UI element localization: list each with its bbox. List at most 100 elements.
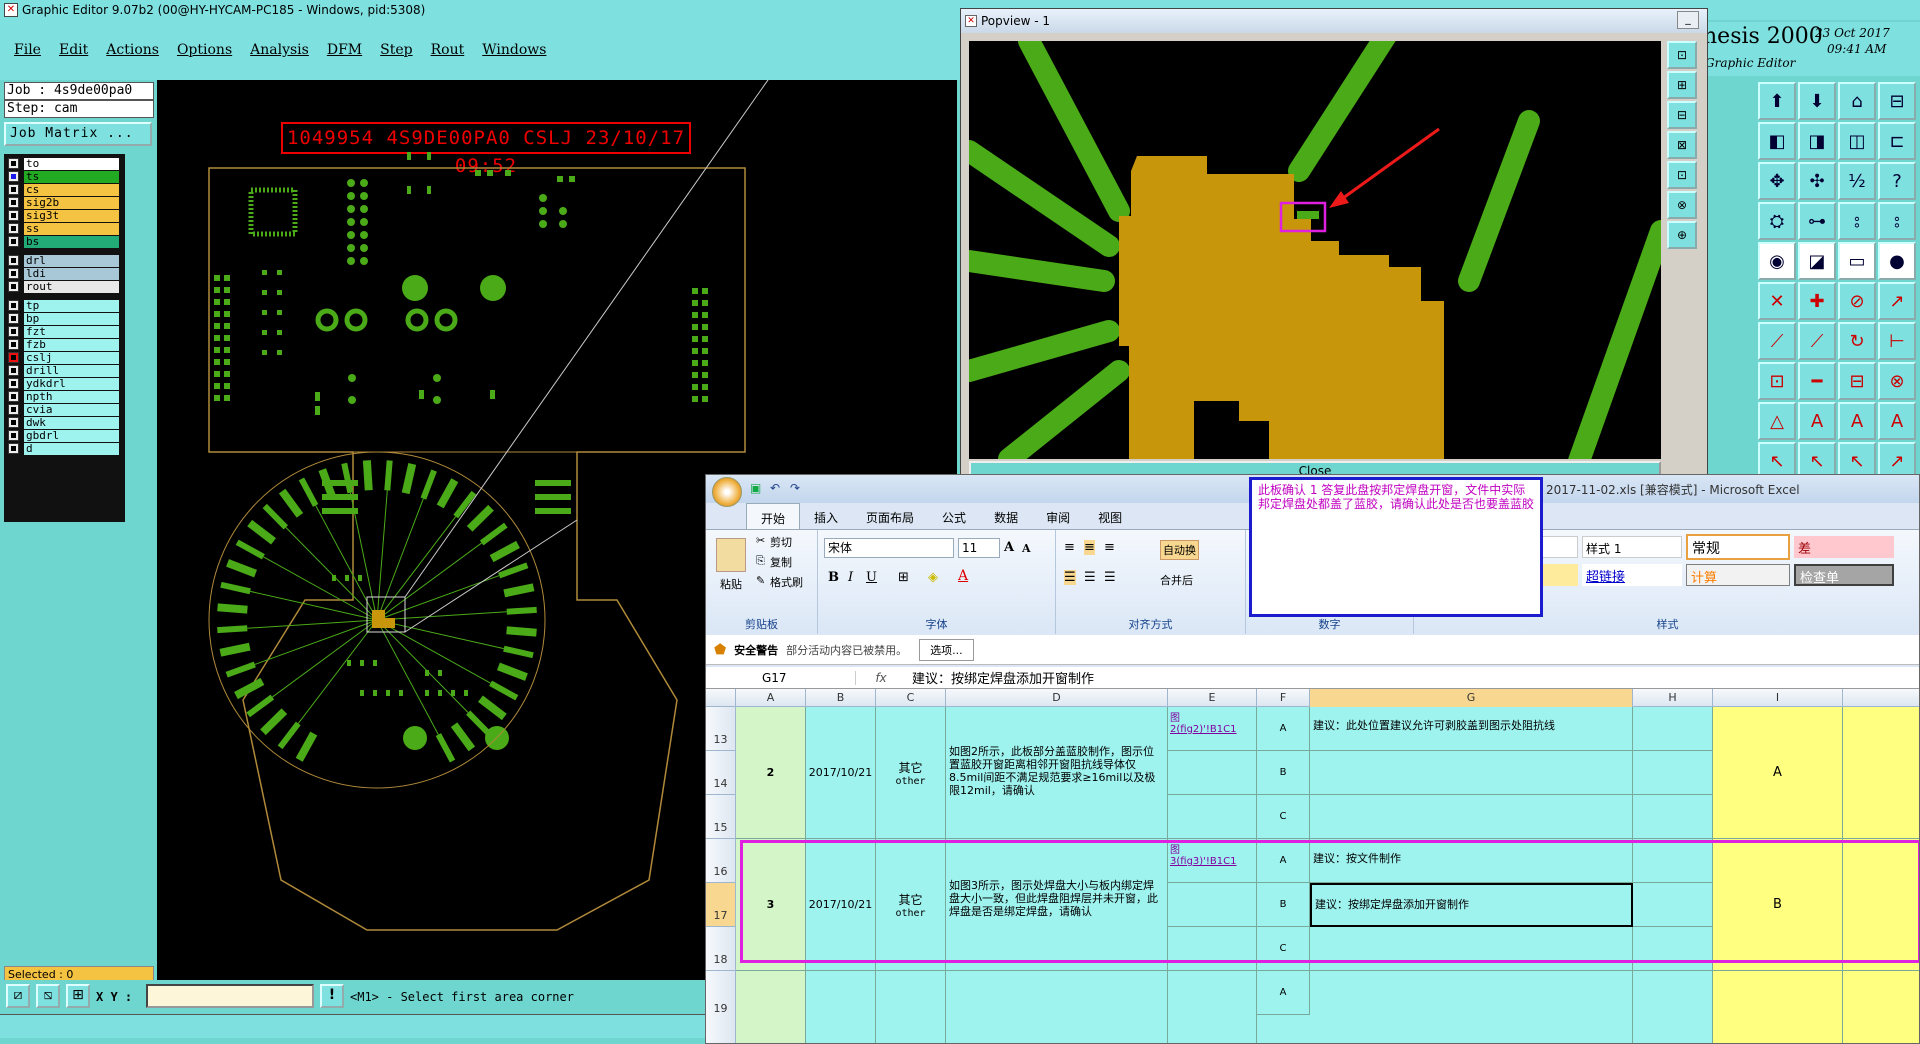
wrap-text-button[interactable]: 自动换 bbox=[1160, 540, 1199, 560]
format-painter-button[interactable]: 格式刷 bbox=[770, 574, 803, 590]
layer-name[interactable]: drill bbox=[24, 364, 119, 377]
layer-row-cs[interactable]: cs bbox=[8, 183, 123, 196]
toolbar-icon[interactable]: ⟋ bbox=[1758, 322, 1796, 360]
layer-name[interactable]: gbdrl bbox=[24, 429, 119, 442]
toolbar-icon[interactable]: A bbox=[1798, 402, 1836, 440]
tab-page-layout[interactable]: 页面布局 bbox=[852, 503, 928, 529]
underline-icon[interactable]: U bbox=[866, 570, 877, 585]
layer-row-dwk[interactable]: dwk bbox=[8, 416, 123, 429]
layer-name[interactable]: cvia bbox=[24, 403, 119, 416]
menu-file[interactable]: File bbox=[14, 42, 41, 58]
save-icon[interactable]: ▣ bbox=[750, 481, 761, 495]
options-button[interactable]: 选项... bbox=[919, 638, 974, 661]
style-calc[interactable]: 计算 bbox=[1686, 564, 1790, 586]
border-icon[interactable]: ⊞ bbox=[898, 570, 909, 585]
layer-row-fzt[interactable]: fzt bbox=[8, 325, 123, 338]
popview-tool-icon[interactable]: ⊠ bbox=[1667, 131, 1697, 159]
layer-checkbox[interactable] bbox=[8, 255, 19, 266]
layer-row-cslj[interactable]: cslj bbox=[8, 351, 123, 364]
layer-name[interactable]: cs bbox=[24, 183, 119, 196]
toolbar-icon[interactable]: ⬇ bbox=[1798, 82, 1836, 120]
toolbar-icon[interactable]: ━ bbox=[1798, 362, 1836, 400]
row-header-13[interactable]: 13 bbox=[706, 707, 736, 751]
toolbar-icon[interactable]: ⊶ bbox=[1798, 202, 1836, 240]
layer-checkbox[interactable] bbox=[8, 184, 19, 195]
merge-button[interactable]: 合并后 bbox=[1160, 572, 1193, 588]
layer-row-fzb[interactable]: fzb bbox=[8, 338, 123, 351]
rec2-opt-b[interactable]: B bbox=[1257, 751, 1310, 795]
layer-name[interactable]: cslj bbox=[24, 351, 119, 364]
rec2-fig-cell[interactable]: 图 2(fig2)'!B1C1 bbox=[1168, 707, 1257, 751]
layer-name[interactable]: sig2b bbox=[24, 196, 119, 209]
layer-row-npth[interactable]: npth bbox=[8, 390, 123, 403]
toolbar-icon[interactable]: ½ bbox=[1838, 162, 1876, 200]
office-button[interactable] bbox=[712, 477, 742, 507]
rec4-g[interactable] bbox=[1310, 971, 1633, 1043]
align-center-icon[interactable]: ☰ bbox=[1084, 570, 1096, 585]
row-header-15[interactable]: 15 bbox=[706, 795, 736, 839]
align-middle-icon[interactable]: ≡ bbox=[1084, 540, 1095, 555]
layer-name[interactable]: tp bbox=[24, 299, 119, 312]
toolbar-icon[interactable]: ⬆ bbox=[1758, 82, 1796, 120]
layer-name[interactable]: to bbox=[24, 157, 119, 170]
undo-icon[interactable]: ↶ bbox=[770, 481, 780, 495]
toolbar-icon[interactable]: ⊗ bbox=[1878, 362, 1916, 400]
layer-row-sig3t[interactable]: sig3t bbox=[8, 209, 123, 222]
layer-checkbox[interactable] bbox=[8, 223, 19, 234]
layer-row-ydkdrl[interactable]: ydkdrl bbox=[8, 377, 123, 390]
grow-font-icon[interactable]: A bbox=[1004, 540, 1014, 555]
toolbar-icon[interactable]: ⊘ bbox=[1838, 282, 1876, 320]
toolbar-icon[interactable]: ↻ bbox=[1838, 322, 1876, 360]
layer-checkbox[interactable] bbox=[8, 236, 19, 247]
toolbar-icon[interactable]: ? bbox=[1878, 162, 1916, 200]
col-header-d[interactable]: D bbox=[946, 689, 1168, 707]
sheet-grid[interactable]: 13 14 15 16 17 18 19 2 2017/10/21 其它 oth… bbox=[706, 707, 1919, 1043]
layer-checkbox[interactable] bbox=[8, 365, 19, 376]
rec4-opt-a[interactable]: A bbox=[1257, 971, 1310, 1015]
layer-checkbox[interactable] bbox=[8, 281, 19, 292]
layer-name[interactable]: d bbox=[24, 442, 119, 455]
toolbar-icon[interactable]: ◫ bbox=[1838, 122, 1876, 160]
layer-row-gbdrl[interactable]: gbdrl bbox=[8, 429, 123, 442]
layer-name[interactable]: sig3t bbox=[24, 209, 119, 222]
italic-icon[interactable]: I bbox=[848, 570, 853, 585]
layer-checkbox[interactable] bbox=[8, 352, 19, 363]
popview-tool-icon[interactable]: ⊗ bbox=[1667, 191, 1697, 219]
rec2-type-cell[interactable]: 其它 other bbox=[876, 707, 946, 839]
layer-checkbox[interactable] bbox=[8, 430, 19, 441]
row-header-18[interactable]: 18 bbox=[706, 927, 736, 971]
font-color-icon[interactable]: A bbox=[958, 568, 968, 584]
tab-insert[interactable]: 插入 bbox=[800, 503, 852, 529]
layer-checkbox[interactable] bbox=[8, 197, 19, 208]
tab-view[interactable]: 视图 bbox=[1084, 503, 1136, 529]
rec2-fig-link[interactable]: 2(fig2)'!B1C1 bbox=[1170, 724, 1254, 735]
toolbar-icon[interactable]: ● bbox=[1878, 242, 1916, 280]
layer-name[interactable]: fzt bbox=[24, 325, 119, 338]
align-right-icon[interactable]: ☰ bbox=[1104, 570, 1116, 585]
toolbar-icon[interactable]: A bbox=[1838, 402, 1876, 440]
toolbar-icon[interactable]: ✥ bbox=[1758, 162, 1796, 200]
layer-name[interactable]: drl bbox=[24, 254, 119, 267]
style-normal[interactable]: 常规 bbox=[1686, 534, 1790, 560]
menu-actions[interactable]: Actions bbox=[106, 42, 159, 58]
paste-button[interactable]: 粘贴 bbox=[720, 576, 742, 592]
layer-name[interactable]: ydkdrl bbox=[24, 377, 119, 390]
copy-button[interactable]: 复制 bbox=[770, 554, 792, 570]
layer-checkbox[interactable] bbox=[8, 443, 19, 454]
toolbar-icon[interactable]: ⊟ bbox=[1838, 362, 1876, 400]
toolbar-icon[interactable]: ▭ bbox=[1838, 242, 1876, 280]
rec2-h15[interactable] bbox=[1633, 795, 1713, 839]
col-header-f[interactable]: F bbox=[1257, 689, 1310, 707]
popview-canvas[interactable] bbox=[969, 41, 1661, 459]
job-matrix-button[interactable]: Job Matrix ... bbox=[4, 122, 152, 146]
menu-edit[interactable]: Edit bbox=[59, 42, 88, 58]
layer-row-bp[interactable]: bp bbox=[8, 312, 123, 325]
redo-icon[interactable]: ↷ bbox=[790, 481, 800, 495]
layer-checkbox[interactable] bbox=[8, 158, 19, 169]
shrink-font-icon[interactable]: A bbox=[1022, 542, 1031, 555]
rec2-g15[interactable] bbox=[1310, 795, 1633, 839]
align-bottom-icon[interactable]: ≡ bbox=[1104, 540, 1115, 555]
col-header-i[interactable]: I bbox=[1713, 689, 1843, 707]
layer-row-ldi[interactable]: ldi bbox=[8, 267, 123, 280]
style-hyperlink[interactable]: 超链接 bbox=[1582, 564, 1682, 586]
